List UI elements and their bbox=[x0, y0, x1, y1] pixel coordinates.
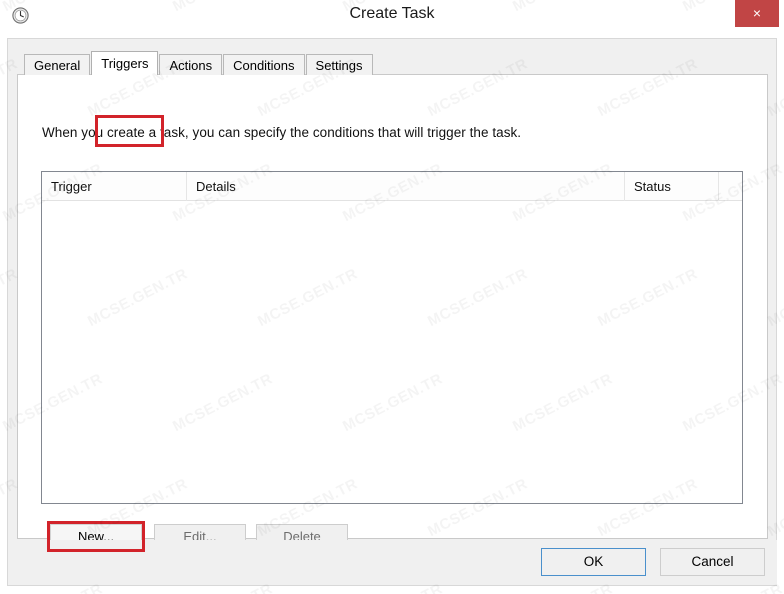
cancel-button[interactable]: Cancel bbox=[660, 548, 765, 576]
tab-conditions[interactable]: Conditions bbox=[223, 54, 305, 75]
list-body-empty[interactable] bbox=[42, 201, 742, 503]
column-header-spacer bbox=[719, 172, 742, 201]
column-header-trigger[interactable]: Trigger bbox=[42, 172, 187, 201]
tab-actions[interactable]: Actions bbox=[159, 54, 223, 75]
tab-strip: General Triggers Actions Conditions Sett… bbox=[24, 51, 374, 75]
title-bar: Create Task × bbox=[0, 0, 784, 32]
triggers-tab-panel: When you create a task, you can specify … bbox=[17, 74, 768, 552]
tab-settings[interactable]: Settings bbox=[305, 54, 373, 75]
ok-button[interactable]: OK bbox=[541, 548, 646, 576]
close-button[interactable]: × bbox=[735, 0, 779, 27]
dialog-frame: General Triggers Actions Conditions Sett… bbox=[7, 38, 777, 586]
column-header-status[interactable]: Status bbox=[625, 172, 719, 201]
list-header-row: Trigger Details Status bbox=[42, 172, 742, 201]
instruction-text: When you create a task, you can specify … bbox=[42, 125, 522, 140]
window-title: Create Task bbox=[349, 5, 435, 22]
dialog-footer: OK Cancel bbox=[9, 540, 777, 585]
create-task-dialog: Create Task × General Triggers Actions C… bbox=[0, 0, 784, 594]
tab-general[interactable]: General bbox=[24, 54, 91, 75]
column-header-details[interactable]: Details bbox=[187, 172, 625, 201]
triggers-list[interactable]: Trigger Details Status bbox=[41, 171, 743, 504]
tab-triggers[interactable]: Triggers bbox=[91, 51, 159, 75]
